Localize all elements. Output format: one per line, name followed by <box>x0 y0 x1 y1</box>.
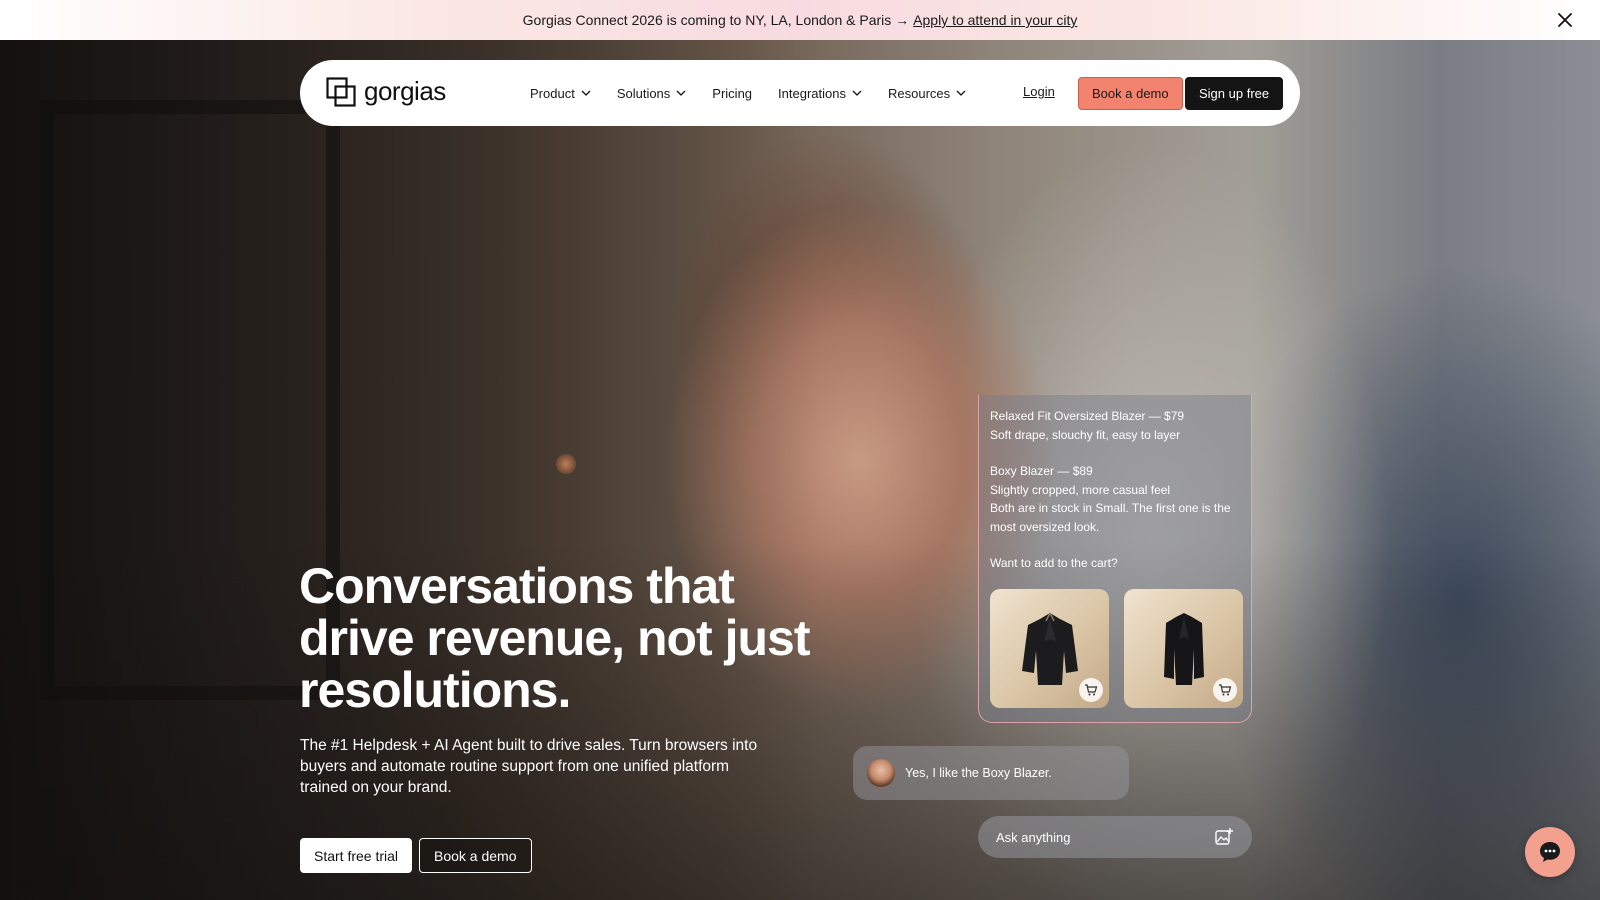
nav-item-label: Pricing <box>712 85 753 101</box>
add-to-cart-icon[interactable] <box>1213 678 1237 702</box>
product-1-description: Soft drape, slouchy fit, easy to layer <box>990 427 1181 442</box>
product-1-title: Relaxed Fit Oversized Blazer — $79 <box>990 409 1185 423</box>
user-message-bubble: Yes, I like the Boxy Blazer. <box>853 746 1129 800</box>
announcement-bar: Gorgias Connect 2026 is coming to NY, LA… <box>0 0 1600 40</box>
product-2-description: Slightly cropped, more casual feel <box>990 482 1171 497</box>
start-free-trial-button[interactable]: Start free trial <box>300 838 413 873</box>
add-to-cart-icon[interactable] <box>1079 678 1103 702</box>
product-2-title: Boxy Blazer — $89 <box>990 464 1093 478</box>
nav-item-integrations[interactable]: Integrations <box>778 86 862 101</box>
main-nav: gorgias Product Solutions Pricing Integr… <box>300 60 1300 126</box>
logo[interactable]: gorgias <box>326 76 446 107</box>
logo-text: gorgias <box>364 76 446 106</box>
nav-item-resources[interactable]: Resources <box>888 86 966 101</box>
chevron-down-icon <box>676 90 686 96</box>
stock-note: Both are in stock in Small. The first on… <box>990 501 1231 534</box>
login-link[interactable]: Login <box>1023 84 1055 99</box>
blazer-image <box>1022 612 1078 685</box>
chat-launcher-button[interactable] <box>1525 827 1575 877</box>
sign-up-button[interactable]: Sign up free <box>1185 77 1284 110</box>
nav-item-pricing[interactable]: Pricing <box>712 86 752 101</box>
hero-headline: Conversations that drive revenue, not ju… <box>299 558 810 718</box>
chat-bubble-icon <box>1540 842 1560 862</box>
nav-item-label: Integrations <box>778 85 846 101</box>
chevron-down-icon <box>581 90 591 96</box>
hero-background-image <box>0 40 1600 900</box>
avatar <box>867 759 895 787</box>
chevron-down-icon <box>956 90 966 96</box>
product-card-relaxed-blazer[interactable] <box>990 589 1109 708</box>
chat-input-container <box>978 816 1252 858</box>
book-demo-button[interactable]: Book a demo <box>1078 77 1183 110</box>
nav-item-product[interactable]: Product <box>530 86 591 101</box>
nav-menu: Product Solutions Pricing Integrations R… <box>530 60 992 126</box>
nav-item-label: Solutions <box>616 85 671 101</box>
ai-chat-response-card: Relaxed Fit Oversized Blazer — $79 Soft … <box>978 395 1252 723</box>
hero-book-demo-button[interactable]: Book a demo <box>419 838 532 873</box>
cart-question: Want to add to the cart? <box>990 556 1118 570</box>
hero-subtext: The #1 Helpdesk + AI Agent built to driv… <box>300 737 758 796</box>
nav-item-label: Resources <box>887 85 951 101</box>
gorgias-logo-icon <box>326 76 356 107</box>
nav-item-solutions[interactable]: Solutions <box>617 86 686 101</box>
product-card-boxy-blazer[interactable] <box>1124 589 1243 708</box>
user-message-text: Yes, I like the Boxy Blazer. <box>905 766 1052 780</box>
nav-item-label: Product <box>530 85 575 101</box>
announcement-message: Gorgias Connect 2026 is coming to NY, LA… <box>522 12 910 28</box>
blazer-image <box>1164 613 1204 685</box>
image-upload-icon[interactable] <box>1214 827 1234 847</box>
ask-input[interactable] <box>996 829 1196 845</box>
announcement-link[interactable]: Apply to attend in your city <box>913 12 1077 28</box>
close-icon[interactable] <box>1554 9 1576 31</box>
chevron-down-icon <box>852 90 862 96</box>
product-cards <box>990 589 1258 708</box>
